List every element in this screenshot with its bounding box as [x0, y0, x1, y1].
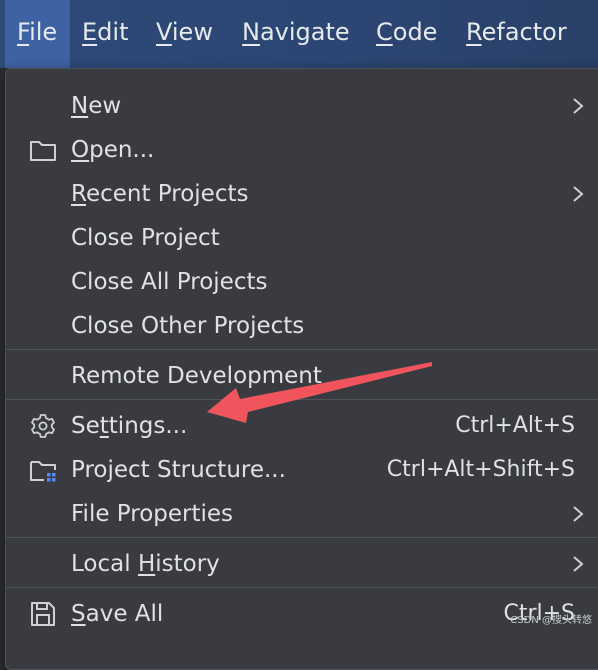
menu-item-project-structure-label: Project Structure...	[71, 457, 286, 483]
menu-item-close-other-projects[interactable]: Close Other Projects	[6, 304, 598, 348]
menu-separator	[6, 399, 598, 400]
menu-item-file-properties[interactable]: File Properties	[6, 492, 598, 536]
chevron-right-icon	[573, 186, 584, 202]
menu-code-mnemonic: C	[376, 18, 393, 46]
menu-navigate-mnemonic: N	[242, 18, 260, 46]
menu-item-project-structure[interactable]: Project Structure... Ctrl+Alt+Shift+S	[6, 448, 598, 492]
menu-separator	[6, 537, 598, 538]
watermark: CSDN @搜头转悠	[510, 615, 592, 626]
menu-separator	[6, 349, 598, 350]
menu-item-recent-projects[interactable]: Recent Projects	[6, 172, 598, 216]
menu-refactor-rest: efactor	[481, 18, 567, 46]
menu-edit-rest: dit	[97, 18, 129, 46]
menu-item-recent-projects-label: Recent Projects	[71, 181, 249, 207]
menu-item-remote-development-label: Remote Development	[71, 363, 322, 389]
menu-edit[interactable]: Edit	[82, 0, 128, 68]
menu-bar: File Edit View Navigate Code Refactor	[0, 0, 598, 68]
menu-file[interactable]: File	[5, 0, 70, 68]
menu-item-file-properties-label: File Properties	[71, 501, 234, 527]
gear-icon	[31, 414, 55, 438]
menu-item-new[interactable]: New	[6, 84, 598, 128]
chevron-right-icon	[573, 98, 584, 114]
menu-view-mnemonic: V	[156, 18, 172, 46]
chevron-right-icon	[573, 506, 584, 522]
menu-item-save-all-label: Save All	[71, 601, 164, 627]
menu-item-local-history[interactable]: Local History	[6, 542, 598, 586]
menu-refactor-mnemonic: R	[466, 18, 482, 46]
menu-edit-mnemonic: E	[82, 18, 98, 46]
folder-icon	[30, 141, 56, 161]
menu-item-close-all-projects[interactable]: Close All Projects	[6, 260, 598, 304]
menu-item-open-label: Open...	[71, 137, 155, 163]
menu-item-settings-label: Settings...	[71, 413, 188, 439]
settings-shortcut: Ctrl+Alt+S	[455, 413, 575, 438]
project-structure-shortcut: Ctrl+Alt+Shift+S	[386, 457, 575, 482]
menu-code[interactable]: Code	[376, 0, 437, 68]
menu-item-new-label: New	[71, 93, 122, 119]
menu-view[interactable]: View	[156, 0, 213, 68]
menu-item-settings[interactable]: Settings... Ctrl+Alt+S	[6, 404, 598, 448]
menu-item-close-project[interactable]: Close Project	[6, 216, 598, 260]
menu-item-local-history-label: Local History	[71, 551, 220, 577]
menu-item-save-all[interactable]: Save All Ctrl+S	[6, 592, 598, 636]
chevron-right-icon	[573, 556, 584, 572]
menu-code-rest: ode	[392, 18, 438, 46]
menu-item-open[interactable]: Open...	[6, 128, 598, 172]
menu-item-close-all-projects-label: Close All Projects	[71, 269, 268, 295]
menu-navigate-rest: avigate	[259, 18, 350, 46]
menu-refactor[interactable]: Refactor	[466, 0, 567, 68]
menu-item-close-project-label: Close Project	[71, 225, 220, 251]
file-menu-dropdown: New Open... Recent Projects Close Projec…	[5, 68, 598, 670]
save-icon	[31, 602, 55, 626]
menu-item-remote-development[interactable]: Remote Development	[6, 354, 598, 398]
menu-navigate[interactable]: Navigate	[242, 0, 350, 68]
menu-file-label: File	[17, 18, 58, 46]
menu-separator	[6, 587, 598, 588]
project-structure-icon	[30, 461, 56, 482]
menu-item-close-other-projects-label: Close Other Projects	[71, 313, 305, 339]
menu-view-rest: iew	[171, 18, 213, 46]
